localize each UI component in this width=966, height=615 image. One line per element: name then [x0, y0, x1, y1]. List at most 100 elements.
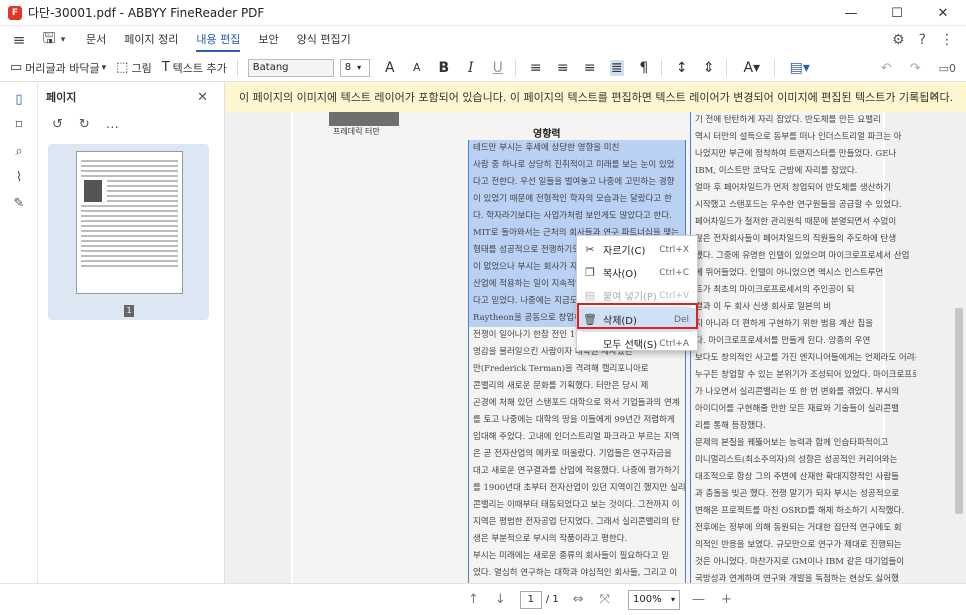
text-line[interactable]: 곤경에 처해 있던 스탠포드 대학으로 와서 기업들과의 연계 — [469, 395, 685, 412]
undo-icon[interactable]: ↶ — [881, 61, 892, 76]
text-line[interactable]: 기 전에 탄탄하게 자리 잡았다. 반도체를 만든 요밸리 — [691, 112, 916, 129]
text-line[interactable]: 리를 통해 등장했다. — [691, 418, 916, 435]
redo-icon[interactable]: ↷ — [910, 61, 921, 76]
underline-icon[interactable]: U — [491, 60, 505, 76]
text-line[interactable]: 다. 학자라기보다는 사업가처럼 보인게도 많았다고 한다. — [469, 208, 685, 225]
align-justify-icon[interactable]: ≣ — [609, 59, 624, 76]
text-line[interactable]: 페어차일드가 철저한 관리원칙 때문에 분열되면서 수없이 — [691, 214, 916, 231]
fit-page-icon[interactable]: ⤧ — [600, 592, 610, 607]
text-line[interactable]: 누구든 창업할 수 있는 분위기가 조성되어 있었다. 마이크로프로세서 — [691, 367, 916, 384]
text-line[interactable]: 임대해 주었다. 고내에 인더스트리얼 파크라고 부르는 지역 — [469, 429, 685, 446]
text-line[interactable]: 를 토고 나중에는 대학의 땅을 이들에게 99년간 저렴하게 — [469, 412, 685, 429]
menu-document[interactable]: 문서 — [86, 26, 106, 54]
text-line[interactable]: 지 아니라 더 편하게 구현하기 위한 범용 계산 칩을 — [691, 316, 916, 333]
maximize-button[interactable]: ☐ — [874, 0, 920, 26]
text-line[interactable]: 부시는 미래에는 새로운 종류의 회사들이 필요하다고 믿 — [469, 548, 685, 565]
text-line[interactable]: 아이디어를 구현해줄 만한 모든 재료와 기술들이 실리콘밸 — [691, 401, 916, 418]
text-style-icon[interactable]: ▤▾ — [788, 60, 812, 76]
text-line[interactable]: 사람 중 하나로 상당히 진취적이고 미래를 보는 눈이 있었 — [469, 157, 685, 174]
text-line[interactable]: 었다. 열심히 연구하는 대학과 야심적인 회사들, 그리고 이 — [469, 565, 685, 582]
ctx-copy[interactable]: ❐ 복사(O) Ctrl+C — [577, 261, 697, 284]
italic-icon[interactable]: I — [464, 60, 478, 76]
menu-security[interactable]: 보안 — [258, 26, 278, 54]
page-thumbnail[interactable] — [76, 151, 183, 294]
hamburger-menu-icon[interactable]: ≡ — [10, 31, 28, 49]
minimize-button[interactable]: — — [828, 0, 874, 26]
paragraph-icon[interactable]: ¶ — [637, 60, 651, 76]
text-line[interactable]: 보다도 창의적인 사고를 가진 엔지니어들에게는 언제라도 어려운 일이 나 — [691, 350, 916, 367]
comments-icon[interactable]: ▭0 — [939, 62, 956, 75]
text-line[interactable]: 얼마 후 페어차일드가 먼저 창업되어 반도체를 생산하기 — [691, 180, 916, 197]
text-color-icon[interactable]: A▾ — [740, 60, 764, 76]
signature-icon[interactable]: ✎ — [0, 190, 38, 216]
font-size-select[interactable]: 8 ▾ — [339, 58, 370, 77]
rotate-left-icon[interactable]: ↺ — [52, 117, 63, 132]
text-column-left[interactable]: 테드만 부시는 후세에 상당한 영향을 미친 사람 중 하나로 상당히 진취적이고… — [468, 140, 686, 583]
search-icon[interactable]: ⌕ — [0, 138, 38, 164]
close-panel-icon[interactable]: ✕ — [197, 90, 208, 105]
text-line[interactable]: 했다. 그중에 유명한 인텔이 있었으며 마이크로프로세서 산업 — [691, 248, 916, 265]
vertical-scrollbar[interactable] — [952, 112, 966, 583]
page-number-input[interactable]: 1 — [519, 590, 542, 609]
bold-icon[interactable]: B — [437, 60, 451, 76]
align-left-icon[interactable]: ≡ — [529, 60, 543, 76]
text-line[interactable]: 대고 새로운 연구결과를 산업에 적용했다. 나중에 평가하기 — [469, 463, 685, 480]
ctx-select-all[interactable]: 모두 선택(S) Ctrl+A — [577, 332, 697, 355]
page-down-icon[interactable]: ↓ — [495, 592, 506, 607]
menu-organize-pages[interactable]: 페이지 정리 — [124, 26, 178, 54]
text-line[interactable]: IBM, 이스트만 코닥도 근방에 자리를 잡았다. — [691, 163, 916, 180]
font-grow-icon[interactable]: A — [383, 60, 397, 76]
text-line[interactable]: 과 충돌을 빚곤 했다. 전쟁 말기가 되자 부시는 성공적으로 — [691, 486, 916, 503]
ctx-delete[interactable]: 🗑 삭제(D) Del — [577, 308, 697, 331]
align-center-icon[interactable]: ≡ — [556, 60, 570, 76]
ctx-paste[interactable]: ▤ 붙여 넣기(P) Ctrl+V — [577, 284, 697, 307]
text-line[interactable]: 것은 아니었다. 마찬가지로 GM이나 IBM 같은 대기업들이 — [691, 554, 916, 571]
text-line[interactable]: 의적인 반응을 보였다. 규모만으로 연구가 제대로 진행되는 — [691, 537, 916, 554]
text-line[interactable]: 역시 터만의 설득으로 동부를 떠나 인더스트리얼 파크는 아 — [691, 129, 916, 146]
fit-width-icon[interactable]: ⇔ — [573, 592, 584, 607]
text-column-right[interactable]: 기 전에 탄탄하게 자리 잡았다. 반도체를 만든 요밸리 역시 터만의 설득으로… — [690, 112, 916, 583]
text-line[interactable]: 생은 부분적으로 부시의 작품이라고 평한다. — [469, 531, 685, 548]
text-line[interactable]: 문제의 본질을 꿰뚫어보는 능력과 함께 인습타파적이고 — [691, 435, 916, 452]
line-spacing-icon[interactable]: ↕ — [675, 60, 689, 76]
add-image-button[interactable]: ⬚ 그림 — [116, 60, 152, 76]
align-right-icon[interactable]: ≡ — [583, 60, 597, 76]
rotate-right-icon[interactable]: ↻ — [79, 117, 90, 132]
menu-edit-content[interactable]: 내용 편집 — [196, 26, 240, 54]
text-line[interactable]: 에 뛰어들었다. 인텔이 아니었으면 멕시스 인스트루먼 — [691, 265, 916, 282]
text-line[interactable]: 를 1900년대 초부터 전자산업이 있던 지역이긴 했지만 실리 — [469, 480, 685, 497]
scrollbar-thumb[interactable] — [955, 308, 963, 514]
text-line[interactable]: 콘밸리의 새로운 문화를 기획했다. 터만은 당시 제 — [469, 378, 685, 395]
text-line[interactable]: 변해온 프로젝트를 마친 OSRD를 해체 하소하기 시작했다. — [691, 503, 916, 520]
text-line[interactable]: 이 있었기 때문에 전형적인 학자의 모습과는 달랐다고 한 — [469, 191, 685, 208]
ctx-cut[interactable]: ✂ 자르기(C) Ctrl+X — [577, 238, 697, 261]
attachment-icon[interactable]: ⌇ — [0, 164, 38, 190]
page-up-icon[interactable]: ↑ — [468, 592, 479, 607]
more-icon[interactable]: ⋮ — [940, 32, 954, 48]
text-line[interactable]: 많은 전자회사들이 페어차일드의 직원들의 주도하에 탄생 — [691, 231, 916, 248]
add-text-button[interactable]: T 텍스트 추가 — [162, 60, 227, 76]
settings-gear-icon[interactable]: ⚙ — [892, 32, 905, 48]
char-spacing-icon[interactable]: ⇕ — [702, 60, 716, 76]
text-line[interactable]: 테드만 부시는 후세에 상당한 영향을 미친 — [469, 140, 685, 157]
more-options-icon[interactable]: … — [106, 117, 119, 132]
text-line[interactable]: 지역은 평범한 전자공업 단지였다. 그래서 실리콘밸리의 탄 — [469, 514, 685, 531]
bookmark-icon[interactable]: ⌑ — [0, 112, 38, 138]
zoom-select[interactable]: 100% ▾ — [628, 589, 681, 610]
header-footer-button[interactable]: ▭ 머리글과 바닥글 ▾ — [10, 60, 106, 76]
text-line[interactable]: 만(Frederick Terman)을 격려해 캘리포니아로 — [469, 361, 685, 378]
menu-form-editor[interactable]: 양식 편집기 — [297, 26, 351, 54]
zoom-in-icon[interactable]: + — [721, 592, 732, 607]
text-line[interactable]: 전후에는 정부에 의해 동원되는 거대한 집단적 연구에도 회 — [691, 520, 916, 537]
text-line[interactable]: 시작했고 스탠포드는 우수한 연구원들을 공급할 수 있었다. — [691, 197, 916, 214]
font-shrink-icon[interactable]: A — [410, 61, 424, 74]
text-line[interactable]: 미니멀리스트(최소주의자)의 성향은 성공적인 커리어와는 — [691, 452, 916, 469]
text-line[interactable]: 국방성과 연계하여 연구와 개발을 독점하는 현상도 싫어했 — [691, 571, 916, 583]
font-name-select[interactable]: Batang — [247, 58, 334, 77]
chevron-down-icon[interactable]: ▾ — [58, 35, 68, 45]
pages-panel-icon[interactable]: ▯ — [0, 86, 38, 112]
text-line[interactable]: 콘밸리는 이때부터 태동되었다고 보는 것이다. 그전까지 이 — [469, 497, 685, 514]
zoom-out-icon[interactable]: — — [692, 592, 705, 607]
text-line[interactable]: 트가 최초의 마이크로프로세서의 주인공이 되 — [691, 282, 916, 299]
save-icon[interactable]: 🖫 — [40, 28, 58, 53]
